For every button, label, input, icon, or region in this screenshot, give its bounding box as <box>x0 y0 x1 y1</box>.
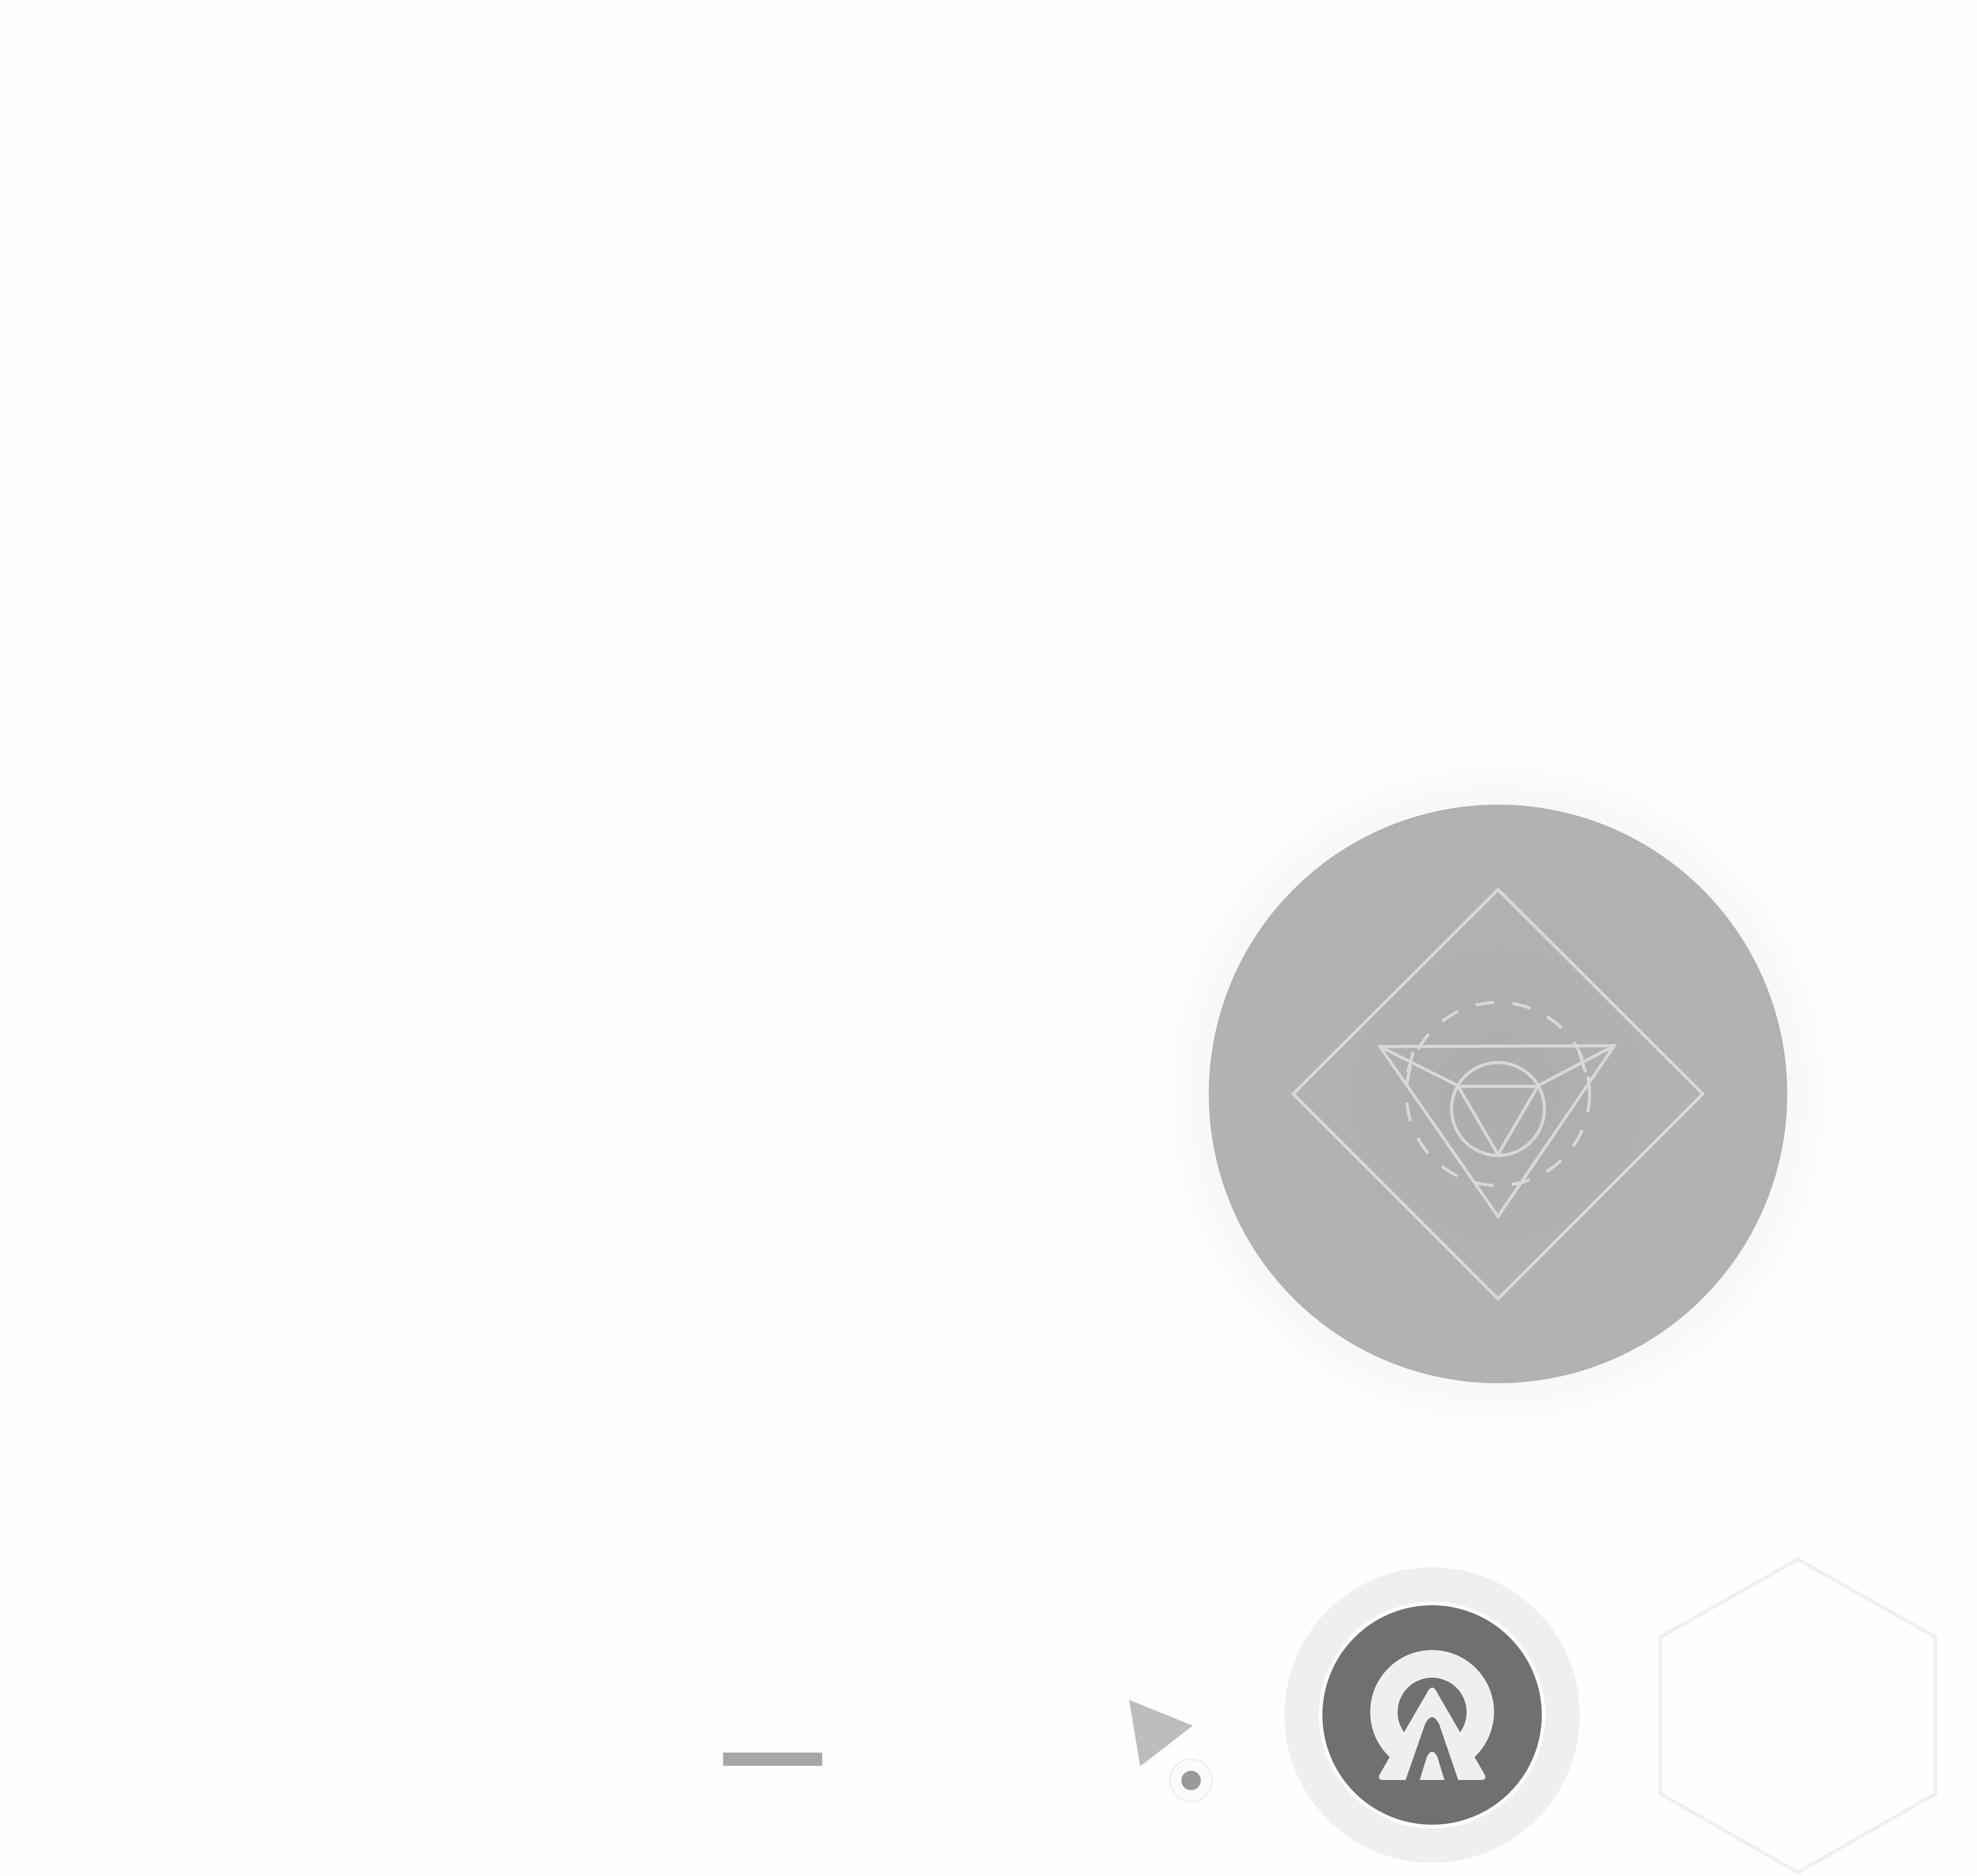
orb-inner-glow <box>1268 864 1728 1324</box>
canvas <box>723 714 1937 1875</box>
app-badge[interactable] <box>1284 1567 1580 1863</box>
dot-indicator[interactable] <box>1169 1758 1213 1803</box>
dot-icon <box>1181 1771 1201 1790</box>
arch-omega-logo-icon <box>1370 1650 1494 1780</box>
hexagon-outline-icon[interactable] <box>1659 1557 1937 1875</box>
minus-icon <box>723 1753 822 1766</box>
main-orb[interactable] <box>1118 714 1878 1474</box>
cursor-arrow-icon <box>1129 1700 1193 1766</box>
